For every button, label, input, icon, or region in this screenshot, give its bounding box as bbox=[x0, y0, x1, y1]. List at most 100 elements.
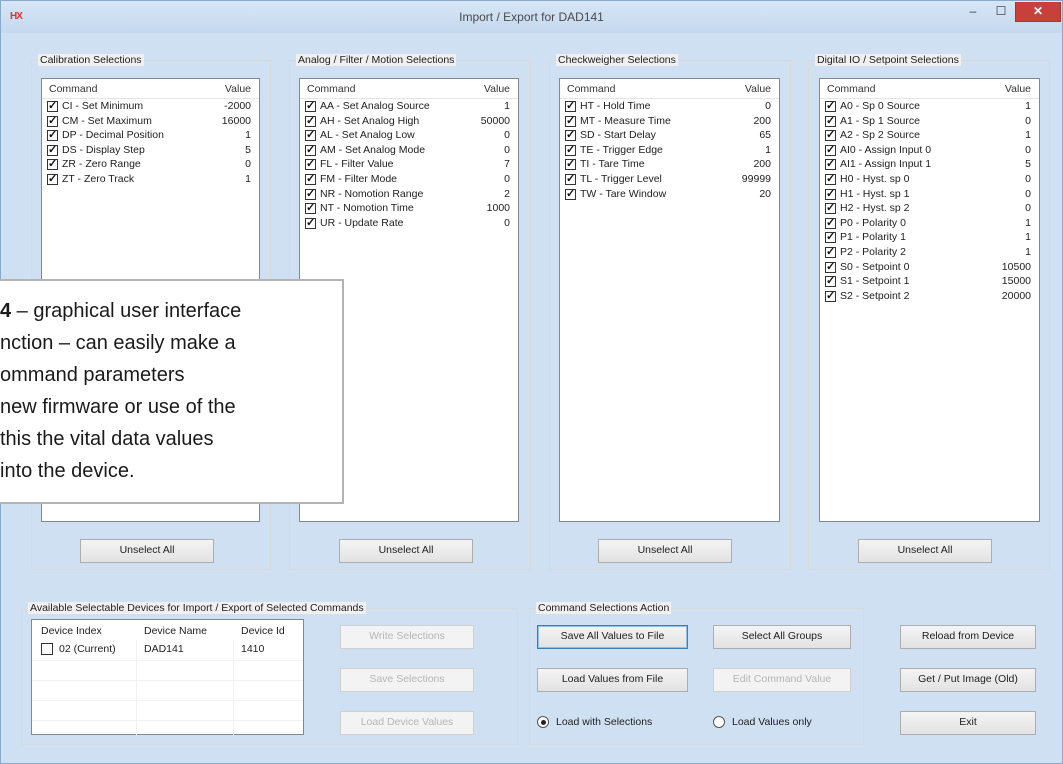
maximize-button[interactable]: ☐ bbox=[987, 2, 1015, 22]
command-checkbox[interactable] bbox=[825, 274, 836, 288]
command-checkbox[interactable] bbox=[565, 143, 576, 156]
command-row[interactable]: TE - Trigger Edge 1 bbox=[560, 143, 779, 158]
command-row[interactable]: TL - Trigger Level 99999 bbox=[560, 172, 779, 187]
command-row[interactable]: H2 - Hyst. sp 2 0 bbox=[820, 201, 1039, 216]
command-row[interactable]: H0 - Hyst. sp 0 0 bbox=[820, 172, 1039, 187]
checkweigher-list[interactable]: Command Value HT - Hold Time 0 MT - Measur… bbox=[559, 78, 780, 522]
edit-command-value-button[interactable]: Edit Command Value bbox=[713, 668, 851, 692]
title-bar[interactable]: HX Import / Export for DAD141 – ☐ ✕ bbox=[1, 1, 1062, 33]
command-row[interactable]: A2 - Sp 2 Source 1 bbox=[820, 128, 1039, 143]
command-checkbox[interactable] bbox=[825, 216, 836, 229]
device-name-header[interactable]: Device Name bbox=[144, 625, 207, 637]
command-row[interactable]: AM - Set Analog Mode 0 bbox=[300, 143, 518, 158]
device-id-header[interactable]: Device Id bbox=[241, 625, 285, 637]
command-checkbox[interactable] bbox=[825, 230, 836, 244]
unselect-all-digital-button[interactable]: Unselect All bbox=[858, 539, 992, 563]
command-row[interactable]: AL - Set Analog Low 0 bbox=[300, 128, 518, 143]
command-row[interactable]: AI1 - Assign Input 1 5 bbox=[820, 157, 1039, 172]
command-row[interactable]: S0 - Setpoint 0 10500 bbox=[820, 260, 1039, 275]
exit-button[interactable]: Exit bbox=[900, 711, 1036, 735]
command-row[interactable]: SD - Start Delay 65 bbox=[560, 128, 779, 143]
command-row[interactable]: TW - Tare Window 20 bbox=[560, 187, 779, 202]
command-checkbox[interactable] bbox=[825, 187, 836, 200]
command-checkbox[interactable] bbox=[565, 172, 576, 185]
command-checkbox[interactable] bbox=[825, 245, 836, 258]
command-row[interactable]: FM - Filter Mode 0 bbox=[300, 172, 518, 187]
command-row[interactable]: NT - Nomotion Time 1000 bbox=[300, 201, 518, 216]
command-row[interactable]: H1 - Hyst. sp 1 0 bbox=[820, 187, 1039, 202]
command-checkbox[interactable] bbox=[305, 143, 316, 156]
command-checkbox[interactable] bbox=[825, 260, 836, 273]
command-checkbox[interactable] bbox=[565, 99, 576, 112]
command-row[interactable]: DS - Display Step 5 bbox=[42, 143, 259, 158]
device-row[interactable]: 02 (Current) DAD141 1410 bbox=[32, 640, 303, 660]
command-checkbox[interactable] bbox=[565, 157, 576, 171]
command-row[interactable]: FL - Filter Value 7 bbox=[300, 157, 518, 172]
command-checkbox[interactable] bbox=[825, 201, 836, 215]
command-checkbox[interactable] bbox=[825, 99, 836, 112]
command-checkbox[interactable] bbox=[305, 187, 316, 200]
device-index-header[interactable]: Device Index bbox=[41, 625, 102, 637]
command-checkbox[interactable] bbox=[47, 128, 58, 142]
value-column-header[interactable]: Value bbox=[1005, 83, 1031, 95]
command-row[interactable]: UR - Update Rate 0 bbox=[300, 216, 518, 231]
devices-table[interactable]: Device Index Device Name Device Id 02 (C… bbox=[31, 619, 304, 735]
command-column-header[interactable]: Command bbox=[307, 83, 355, 95]
command-row[interactable]: TI - Tare Time 200 bbox=[560, 157, 779, 172]
command-row[interactable]: NR - Nomotion Range 2 bbox=[300, 187, 518, 202]
save-selections-button[interactable]: Save Selections bbox=[340, 668, 474, 692]
command-checkbox[interactable] bbox=[47, 172, 58, 185]
command-row[interactable]: AI0 - Assign Input 0 0 bbox=[820, 143, 1039, 158]
command-row[interactable]: ZT - Zero Track 1 bbox=[42, 172, 259, 187]
command-row[interactable]: ZR - Zero Range 0 bbox=[42, 157, 259, 172]
minimize-button[interactable]: – bbox=[959, 2, 987, 22]
command-checkbox[interactable] bbox=[47, 114, 58, 127]
value-column-header[interactable]: Value bbox=[745, 83, 771, 95]
command-checkbox[interactable] bbox=[825, 128, 836, 142]
command-checkbox[interactable] bbox=[305, 201, 316, 215]
command-row[interactable]: DP - Decimal Position 1 bbox=[42, 128, 259, 143]
command-checkbox[interactable] bbox=[305, 99, 316, 112]
command-row[interactable]: S2 - Setpoint 2 20000 bbox=[820, 289, 1039, 304]
command-row[interactable]: AH - Set Analog High 50000 bbox=[300, 114, 518, 129]
command-column-header[interactable]: Command bbox=[49, 83, 97, 95]
command-checkbox[interactable] bbox=[305, 216, 316, 229]
select-all-groups-button[interactable]: Select All Groups bbox=[713, 625, 851, 649]
load-device-values-button[interactable]: Load Device Values bbox=[340, 711, 474, 735]
get-put-image-button[interactable]: Get / Put Image (Old) bbox=[900, 668, 1036, 692]
load-with-selections-radio[interactable]: Load with Selections bbox=[537, 716, 687, 730]
command-checkbox[interactable] bbox=[565, 187, 576, 200]
command-row[interactable]: HT - Hold Time 0 bbox=[560, 99, 779, 114]
command-column-header[interactable]: Command bbox=[567, 83, 615, 95]
reload-from-device-button[interactable]: Reload from Device bbox=[900, 625, 1036, 649]
command-row[interactable]: MT - Measure Time 200 bbox=[560, 114, 779, 129]
command-row[interactable]: P0 - Polarity 0 1 bbox=[820, 216, 1039, 231]
command-checkbox[interactable] bbox=[825, 143, 836, 156]
command-row[interactable]: P2 - Polarity 2 1 bbox=[820, 245, 1039, 260]
command-checkbox[interactable] bbox=[47, 99, 58, 112]
command-checkbox[interactable] bbox=[825, 289, 836, 302]
unselect-all-calibration-button[interactable]: Unselect All bbox=[80, 539, 214, 563]
command-checkbox[interactable] bbox=[825, 114, 836, 127]
digital-list[interactable]: Command Value A0 - Sp 0 Source1A1 - Sp 1… bbox=[819, 78, 1040, 522]
value-column-header[interactable]: Value bbox=[484, 83, 510, 95]
command-row[interactable]: AA - Set Analog Source 1 bbox=[300, 99, 518, 114]
command-checkbox[interactable] bbox=[825, 172, 836, 185]
close-button[interactable]: ✕ bbox=[1015, 2, 1061, 22]
command-column-header[interactable]: Command bbox=[827, 83, 875, 95]
command-checkbox[interactable] bbox=[305, 128, 316, 142]
command-checkbox[interactable] bbox=[305, 114, 316, 127]
write-selections-button[interactable]: Write Selections bbox=[340, 625, 474, 649]
load-values-from-file-button[interactable]: Load Values from File bbox=[537, 668, 688, 692]
command-row[interactable]: CI - Set Minimum -2000 bbox=[42, 99, 259, 114]
command-row[interactable]: CM - Set Maximum 16000 bbox=[42, 114, 259, 129]
unselect-all-checkweigher-button[interactable]: Unselect All bbox=[598, 539, 732, 563]
device-checkbox[interactable] bbox=[41, 643, 53, 655]
command-row[interactable]: S1 - Setpoint 1 15000 bbox=[820, 274, 1039, 289]
save-all-values-button[interactable]: Save All Values to File bbox=[537, 625, 688, 649]
command-checkbox[interactable] bbox=[47, 143, 58, 156]
command-checkbox[interactable] bbox=[305, 172, 316, 185]
command-checkbox[interactable] bbox=[565, 114, 576, 127]
command-row[interactable]: A0 - Sp 0 Source 1 bbox=[820, 99, 1039, 114]
unselect-all-analog-button[interactable]: Unselect All bbox=[339, 539, 473, 563]
